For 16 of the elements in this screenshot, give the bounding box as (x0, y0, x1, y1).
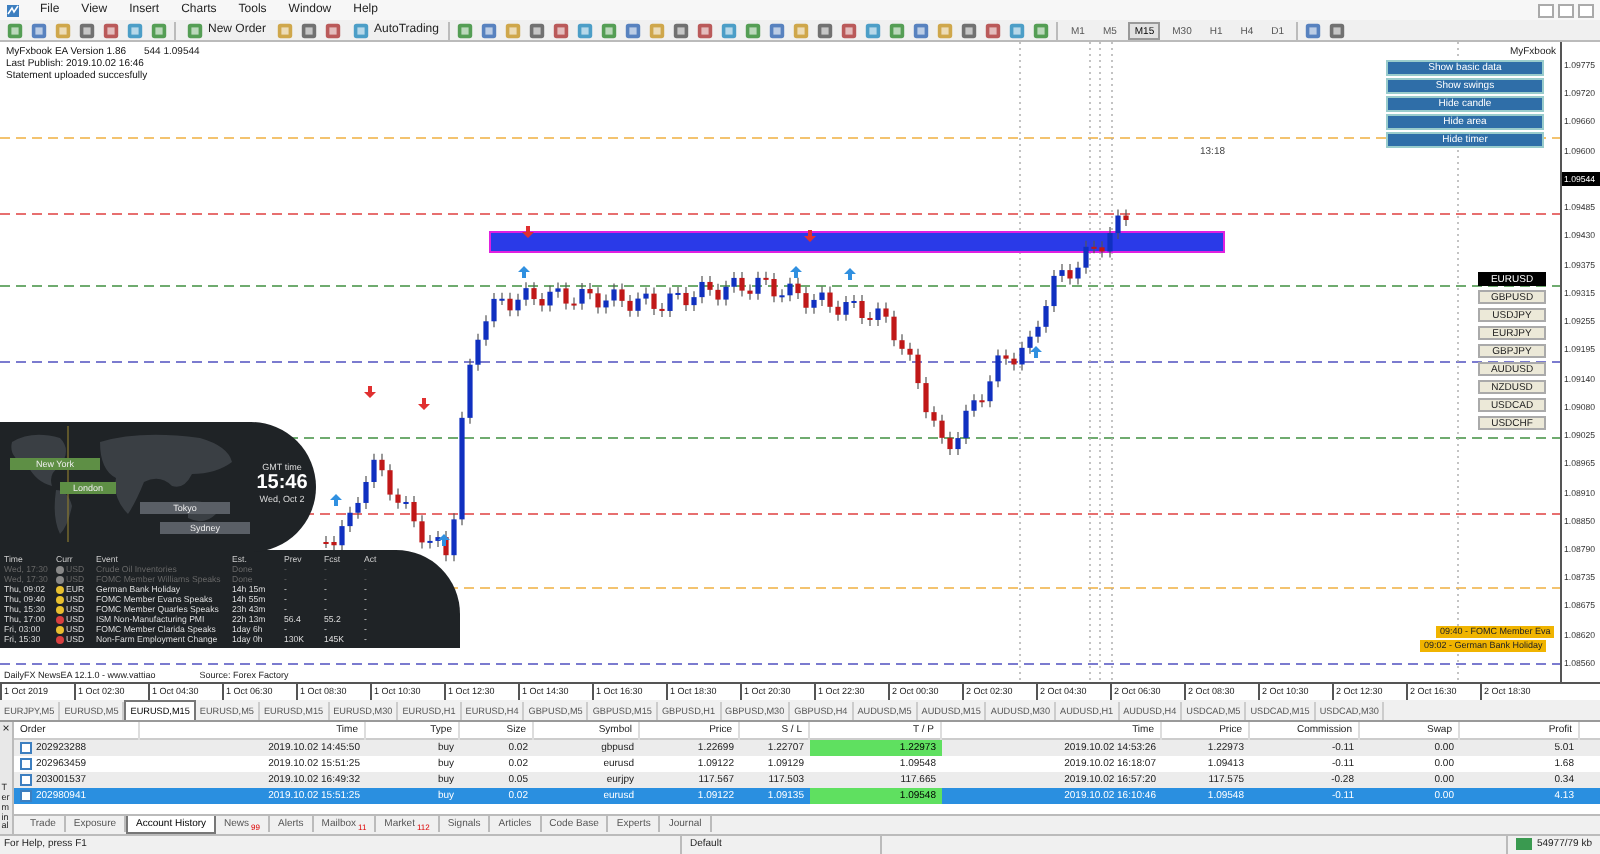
up-arrow-icon (438, 534, 450, 546)
up-arrow-icon (330, 494, 342, 506)
up-arrow-icon (518, 266, 530, 278)
connection-icon (1516, 838, 1533, 850)
up-arrow-icon (844, 268, 856, 280)
up-arrow-icon (790, 266, 802, 278)
down-arrow-icon (364, 386, 376, 398)
down-arrow-icon (522, 226, 534, 238)
clock-time: 15:46 (256, 472, 308, 494)
zone-rectangle[interactable] (489, 231, 1225, 253)
restore-button[interactable] (1558, 3, 1574, 17)
minimize-button[interactable] (1538, 3, 1554, 17)
down-arrow-icon (804, 230, 816, 242)
close-button[interactable] (1578, 3, 1594, 17)
up-arrow-icon (1030, 346, 1042, 358)
down-arrow-icon (418, 398, 430, 410)
